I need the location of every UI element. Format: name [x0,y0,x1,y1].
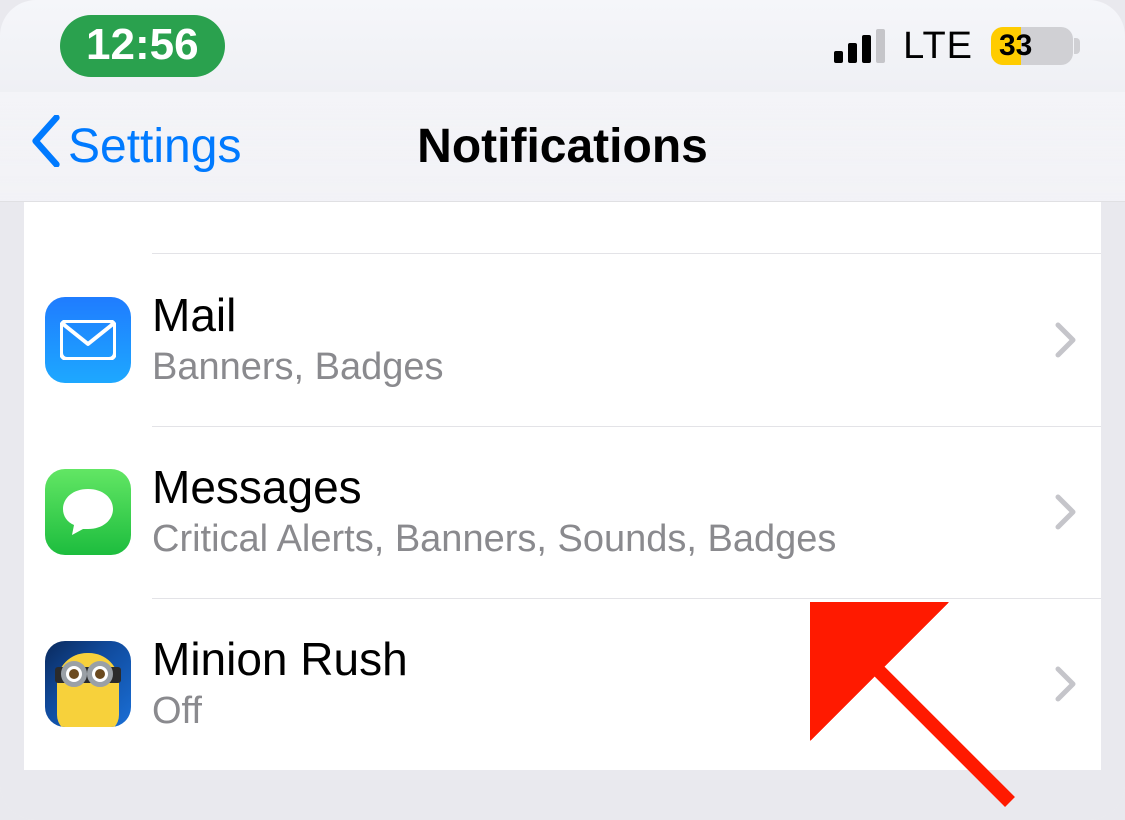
messages-icon [45,469,131,555]
app-row-text: Mail Banners, Badges [152,290,1043,390]
app-name: Messages [152,462,1043,513]
mail-icon [45,297,131,383]
network-type-label: LTE [903,25,973,68]
content-area: Mail Banners, Badges Messages Critical A… [0,202,1125,820]
app-row-messages[interactable]: Messages Critical Alerts, Banners, Sound… [24,426,1101,598]
app-detail: Off [152,690,1043,734]
battery-icon: 33 [991,27,1073,65]
status-time: 12:56 [86,20,199,69]
notification-app-list: Mail Banners, Badges Messages Critical A… [24,202,1101,770]
screen: 12:56 LTE 33 Settings Notifications [0,0,1125,820]
app-icon-wrap [24,641,152,727]
app-row-minion-rush[interactable]: Minion Rush Off [24,598,1101,770]
app-name: Minion Rush [152,634,1043,685]
status-right: LTE 33 [834,25,1073,68]
chevron-right-icon [1055,494,1077,530]
back-button[interactable]: Settings [28,115,241,179]
status-time-pill[interactable]: 12:56 [60,15,225,77]
app-row-text: Messages Critical Alerts, Banners, Sound… [152,462,1043,562]
app-icon-wrap [24,469,152,555]
chevron-right-icon [1055,666,1077,702]
app-row-mail[interactable]: Mail Banners, Badges [24,254,1101,426]
battery-percent: 33 [991,29,1032,63]
list-row-partial [152,202,1101,254]
navigation-bar: Settings Notifications [0,92,1125,202]
app-detail: Banners, Badges [152,346,1043,390]
chevron-left-icon [28,115,64,179]
minion-rush-icon [45,641,131,727]
app-icon-wrap [24,297,152,383]
app-row-text: Minion Rush Off [152,634,1043,734]
chevron-right-icon [1055,322,1077,358]
app-detail: Critical Alerts, Banners, Sounds, Badges [152,518,1043,562]
cellular-signal-icon [834,29,885,63]
status-bar: 12:56 LTE 33 [0,0,1125,92]
back-label: Settings [68,119,241,174]
app-name: Mail [152,290,1043,341]
